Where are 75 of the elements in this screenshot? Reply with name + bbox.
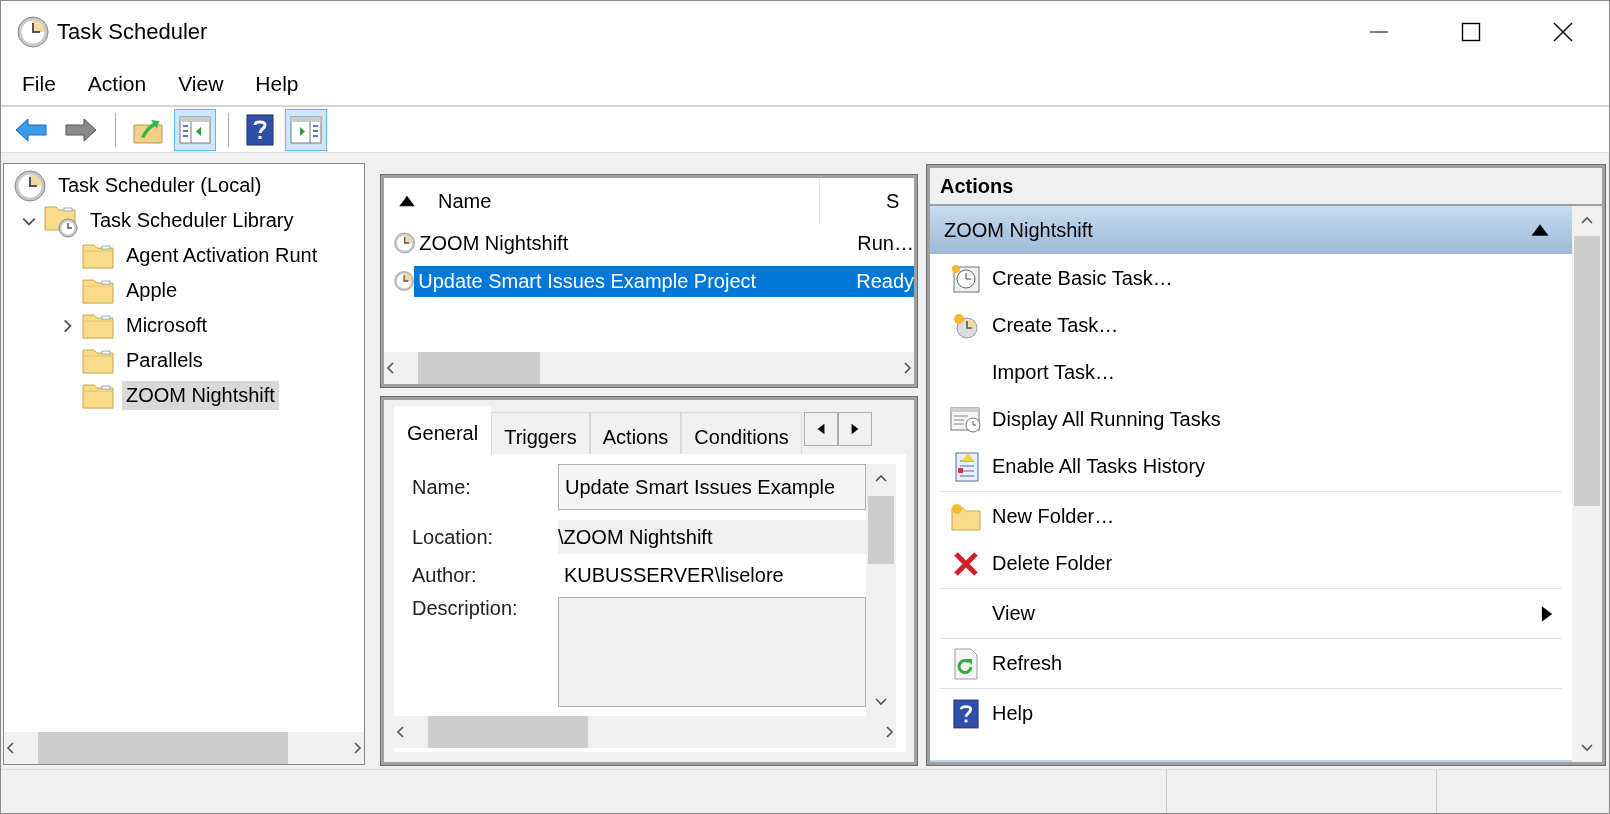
scrollbar-thumb[interactable] (868, 496, 894, 564)
command-item[interactable]: Delete Folder (992, 552, 1562, 575)
command-item[interactable]: Create Basic Task… (992, 267, 1562, 290)
name-field[interactable]: Update Smart Issues Example (558, 464, 866, 510)
menu-item[interactable]: File (13, 68, 65, 100)
window-title: Task Scheduler (57, 19, 208, 45)
clock-icon (14, 169, 46, 202)
tab-scroll-right-button[interactable] (837, 412, 872, 446)
folder-icon (82, 276, 114, 305)
clock-icon (17, 16, 49, 48)
notebook-icon (952, 450, 980, 483)
tree-item[interactable]: Microsoft (122, 311, 212, 340)
field-label: Author: (412, 564, 478, 587)
author-value: KUBUSSERVER\liselore (563, 564, 784, 587)
scrollbar-thumb[interactable] (418, 352, 540, 384)
clock-icon (394, 230, 416, 256)
column-header[interactable]: S (886, 189, 900, 213)
refresh-icon (953, 647, 979, 680)
column-header[interactable]: Name (438, 189, 492, 213)
field-label: Location: (412, 525, 495, 549)
task-row[interactable]: ZOOM Nightshift Run… (384, 224, 914, 262)
command-item[interactable]: Import Task… (992, 361, 1562, 384)
tree-item[interactable]: Task Scheduler (Local) (54, 171, 266, 200)
scrollbar-thumb[interactable] (428, 716, 588, 748)
tree-item[interactable]: Task Scheduler Library (86, 206, 298, 235)
folder-icon (82, 311, 114, 340)
command-item[interactable]: Create Task… (992, 314, 1562, 337)
clock-icon (394, 268, 415, 294)
task-status: Run… (856, 230, 914, 256)
command-item[interactable]: View (992, 602, 1538, 625)
folder-icon (82, 241, 114, 270)
field-label: Description: (412, 597, 519, 620)
location-value: \ZOOM Nightshift (558, 520, 866, 554)
delete-icon (953, 550, 979, 577)
help-icon (953, 697, 979, 730)
menu-item[interactable]: Help (246, 68, 308, 100)
horizontal-scrollbar[interactable] (384, 352, 914, 384)
command-item[interactable]: Help (992, 702, 1562, 725)
list-clock-icon (950, 405, 982, 434)
task-row[interactable]: Update Smart Issues Example Project Ready (384, 262, 914, 300)
tab[interactable]: Triggers (491, 412, 590, 454)
folder-clock-icon (44, 203, 78, 238)
task-name: ZOOM Nightshift (418, 230, 570, 256)
show-tree-icon[interactable] (174, 108, 216, 151)
folder-icon (951, 502, 981, 531)
folder-icon (82, 346, 114, 375)
task-name: Update Smart Issues Example Project (414, 265, 837, 297)
tree-item[interactable]: Parallels (122, 346, 207, 375)
maximize-icon[interactable] (1461, 22, 1481, 42)
command-item[interactable]: New Folder… (992, 505, 1562, 528)
section-header[interactable]: ZOOM Nightshift (930, 206, 1572, 254)
description-field[interactable] (558, 597, 866, 707)
menu-item[interactable]: View (169, 68, 233, 100)
tree-item[interactable]: Agent Activation Runt (122, 241, 322, 270)
folder-icon (82, 381, 114, 410)
horizontal-scrollbar[interactable] (394, 716, 896, 748)
clock-document-icon (951, 263, 981, 294)
scrollbar-thumb[interactable] (38, 732, 288, 764)
menu-item[interactable]: Action (78, 68, 156, 100)
tab[interactable]: Actions (589, 412, 682, 454)
command-item[interactable]: Refresh (992, 652, 1562, 675)
tab[interactable]: General (394, 406, 492, 454)
vertical-scrollbar[interactable] (866, 464, 896, 716)
scrollbar-thumb[interactable] (1574, 236, 1600, 506)
tree-item[interactable]: Apple (122, 276, 182, 305)
field-label: Name: (412, 475, 472, 499)
show-action-pane-icon[interactable] (285, 108, 327, 151)
horizontal-scrollbar[interactable] (4, 732, 364, 764)
command-item[interactable]: Display All Running Tasks (992, 408, 1562, 431)
close-icon[interactable] (1553, 22, 1573, 42)
tab-scroll-left-button[interactable] (803, 412, 838, 446)
task-status: Ready (836, 265, 914, 297)
command-item[interactable]: Enable All Tasks History (992, 455, 1562, 478)
tree-item[interactable]: ZOOM Nightshift (122, 381, 279, 410)
tab[interactable]: Conditions (681, 412, 802, 454)
